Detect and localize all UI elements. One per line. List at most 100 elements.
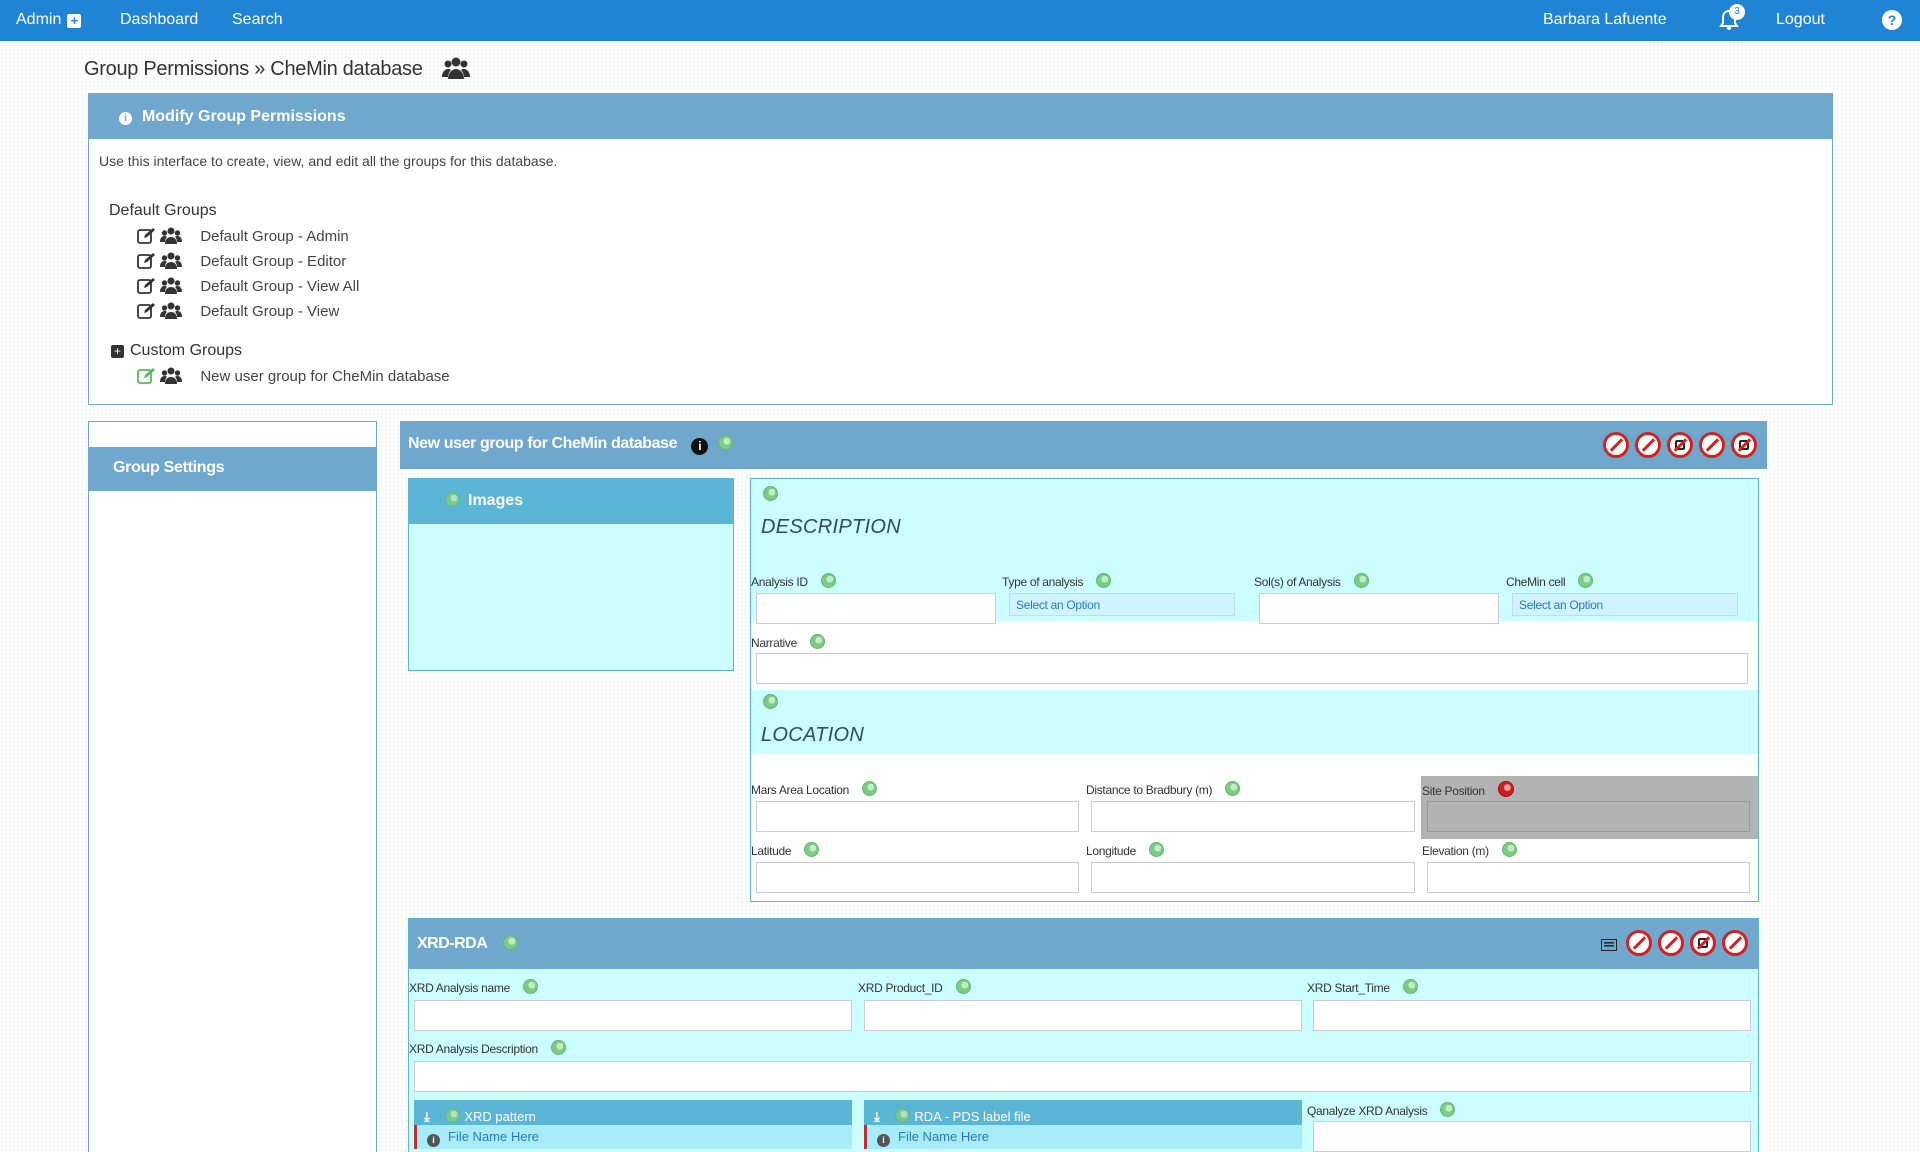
- no-delete-icon[interactable]: [1667, 432, 1693, 458]
- no-delete-icon[interactable]: [1690, 930, 1716, 956]
- custom-groups-label: Custom Groups: [130, 342, 243, 359]
- edit-icon[interactable]: [137, 277, 156, 294]
- globe-icon[interactable]: [1402, 979, 1418, 994]
- type-of-analysis-select[interactable]: Select an Option: [1009, 593, 1235, 616]
- no-view-icon[interactable]: [1603, 432, 1629, 458]
- qanalyze-input[interactable]: [1313, 1121, 1751, 1152]
- elevation-input[interactable]: [1427, 862, 1750, 893]
- default-group-link[interactable]: Default Group - Editor: [200, 253, 346, 270]
- default-group-row: Default Group - Admin: [137, 227, 349, 245]
- info-icon[interactable]: i: [691, 438, 709, 455]
- default-group-row: Default Group - Editor: [137, 252, 346, 270]
- xrd-pattern-label: XRD pattern: [464, 1109, 536, 1124]
- restricted-globe-icon[interactable]: [1497, 781, 1514, 797]
- globe-icon[interactable]: [550, 1040, 566, 1055]
- default-group-row: Default Group - View All: [137, 277, 359, 295]
- download-icon[interactable]: ⤓: [874, 1109, 880, 1124]
- globe-icon[interactable]: [810, 634, 826, 649]
- distance-text: Distance to Bradbury (m): [1086, 783, 1213, 797]
- intro-text: Use this interface to create, view, and …: [99, 153, 558, 169]
- xrd-pattern-file[interactable]: ⤓ XRD pattern i File Name Here: [414, 1100, 852, 1149]
- xrd-start-time-input[interactable]: [1313, 1000, 1751, 1031]
- globe-icon[interactable]: [862, 781, 878, 796]
- globe-icon[interactable]: [1501, 842, 1517, 857]
- globe-icon[interactable]: [1440, 1102, 1456, 1117]
- latitude-text: Latitude: [751, 844, 792, 858]
- search-link[interactable]: Search: [232, 11, 283, 29]
- no-edit-icon[interactable]: [1731, 432, 1757, 458]
- modify-panel-header: i Modify Group Permissions: [89, 94, 1832, 139]
- list-icon[interactable]: [1601, 939, 1617, 951]
- page-title-text: Group Permissions » CheMin database: [84, 58, 423, 80]
- no-move-icon[interactable]: [1658, 930, 1684, 956]
- distance-label: Distance to Bradbury (m): [1086, 781, 1241, 797]
- globe-icon[interactable]: [955, 979, 971, 994]
- globe-icon[interactable]: [1096, 573, 1112, 588]
- mars-area-input[interactable]: [756, 801, 1079, 832]
- xrd-product-id-input[interactable]: [864, 1000, 1302, 1031]
- mars-area-label: Mars Area Location: [751, 781, 878, 797]
- expand-plus-icon[interactable]: +: [111, 345, 124, 358]
- globe-icon[interactable]: [804, 842, 820, 857]
- dashboard-link[interactable]: Dashboard: [120, 11, 198, 29]
- default-group-link[interactable]: Default Group - Admin: [200, 228, 348, 245]
- edit-icon[interactable]: [137, 227, 156, 244]
- no-add-icon[interactable]: [1722, 930, 1748, 956]
- narrative-label: Narrative: [751, 634, 826, 650]
- location-heading: LOCATION: [761, 724, 865, 746]
- default-group-link[interactable]: Default Group - View: [200, 303, 339, 320]
- globe-icon[interactable]: [523, 979, 538, 994]
- edit-icon[interactable]: [137, 302, 156, 319]
- people-icon: [160, 227, 183, 244]
- xrd-analysis-name-text: XRD Analysis name: [409, 981, 510, 995]
- edit-icon[interactable]: [137, 252, 156, 269]
- xrd-analysis-description-input[interactable]: [414, 1061, 1751, 1092]
- admin-menu[interactable]: Admin +: [16, 11, 82, 29]
- globe-icon[interactable]: [445, 492, 460, 507]
- plus-icon: +: [67, 14, 82, 28]
- info-icon: i: [119, 112, 132, 125]
- globe-icon[interactable]: [502, 935, 518, 950]
- globe-icon[interactable]: [445, 1108, 461, 1123]
- user-name-link[interactable]: Barbara Lafuente: [1543, 11, 1667, 29]
- pds-label-header: ⤓ RDA - PDS label file: [874, 1108, 1031, 1125]
- globe-icon[interactable]: [763, 486, 778, 501]
- default-group-link[interactable]: Default Group - View All: [200, 278, 359, 295]
- chemin-cell-select[interactable]: Select an Option: [1512, 593, 1738, 616]
- xrd-rda-title: XRD-RDA: [417, 935, 518, 953]
- globe-icon[interactable]: [718, 435, 734, 450]
- globe-icon[interactable]: [895, 1108, 911, 1123]
- analysis-id-input[interactable]: [756, 593, 996, 624]
- globe-icon[interactable]: [820, 573, 836, 588]
- no-view-icon[interactable]: [1626, 930, 1652, 956]
- pds-label-file[interactable]: ⤓ RDA - PDS label file i File Name Here: [864, 1100, 1302, 1149]
- xrd-product-id-label: XRD Product_ID: [858, 979, 971, 995]
- no-move-icon[interactable]: [1635, 432, 1661, 458]
- notification-badge: 3: [1729, 4, 1745, 20]
- description-heading: DESCRIPTION: [761, 516, 901, 538]
- narrative-input[interactable]: [756, 653, 1748, 684]
- globe-icon[interactable]: [763, 694, 778, 709]
- help-icon[interactable]: ?: [1882, 10, 1902, 30]
- group-settings-sidebar: Group Settings: [88, 421, 377, 1152]
- globe-icon[interactable]: [1225, 781, 1241, 796]
- sols-input[interactable]: [1259, 593, 1499, 624]
- edit-icon[interactable]: [137, 367, 156, 384]
- xrd-analysis-description-text: XRD Analysis Description: [409, 1042, 538, 1056]
- group-settings-tab[interactable]: Group Settings: [89, 447, 376, 491]
- images-section: Images: [408, 478, 734, 671]
- download-icon[interactable]: ⤓: [424, 1109, 430, 1124]
- custom-groups-toggle[interactable]: + Custom Groups: [111, 342, 242, 360]
- globe-icon[interactable]: [1353, 573, 1369, 588]
- logout-link[interactable]: Logout: [1776, 11, 1825, 29]
- images-label: Images: [468, 492, 524, 509]
- group-panel-header: New user group for CheMin database i: [400, 421, 1767, 469]
- globe-icon[interactable]: [1149, 842, 1165, 857]
- no-add-icon[interactable]: [1699, 432, 1725, 458]
- xrd-analysis-name-input[interactable]: [414, 1000, 852, 1031]
- custom-group-link[interactable]: New user group for CheMin database: [200, 368, 449, 385]
- distance-input[interactable]: [1091, 801, 1415, 832]
- latitude-input[interactable]: [756, 862, 1079, 893]
- longitude-input[interactable]: [1091, 862, 1415, 893]
- globe-icon[interactable]: [1578, 573, 1594, 588]
